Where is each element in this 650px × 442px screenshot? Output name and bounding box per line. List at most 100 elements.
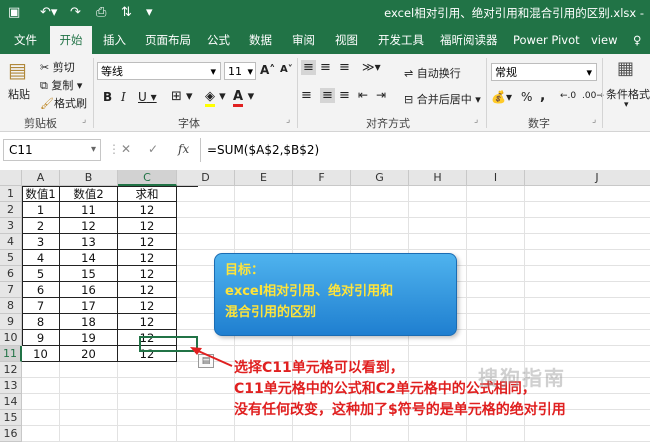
cell-j3[interactable]: [525, 218, 650, 234]
row-header-4[interactable]: 4: [0, 234, 22, 250]
tab-power-pivot[interactable]: Power Pivot: [513, 26, 580, 54]
cell-d13[interactable]: [177, 378, 235, 394]
tab-view[interactable]: 视图: [335, 26, 358, 54]
row-header-16[interactable]: 16: [0, 426, 22, 442]
align-middle-icon[interactable]: ≡: [320, 60, 331, 75]
column-header-f[interactable]: F: [293, 170, 351, 186]
cell-a1[interactable]: 数值1: [22, 186, 60, 202]
cell-a12[interactable]: [22, 362, 60, 378]
cell-b10[interactable]: 19: [60, 330, 118, 346]
row-header-10[interactable]: 10: [0, 330, 22, 346]
cell-h2[interactable]: [409, 202, 467, 218]
tab-insert[interactable]: 插入: [103, 26, 126, 54]
cell-b6[interactable]: 15: [60, 266, 118, 282]
selected-cell-outline[interactable]: [139, 336, 198, 352]
cell-b11[interactable]: 20: [60, 346, 118, 362]
column-header-g[interactable]: G: [351, 170, 409, 186]
cell-i3[interactable]: [467, 218, 525, 234]
save-icon[interactable]: ▣: [8, 4, 20, 22]
cell-a15[interactable]: [22, 410, 60, 426]
row-header-3[interactable]: 3: [0, 218, 22, 234]
cell-g2[interactable]: [351, 202, 409, 218]
shrink-font-button[interactable]: A˅: [280, 64, 293, 75]
paste-button[interactable]: 粘贴: [8, 86, 30, 102]
cell-b15[interactable]: [60, 410, 118, 426]
cell-d15[interactable]: [177, 410, 235, 426]
cell-f3[interactable]: [293, 218, 351, 234]
cell-a13[interactable]: [22, 378, 60, 394]
cell-i9[interactable]: [467, 314, 525, 330]
currency-icon[interactable]: 💰▾: [491, 90, 512, 104]
conditional-format-icon[interactable]: ▦: [617, 58, 634, 79]
cell-j2[interactable]: [525, 202, 650, 218]
font-color-button[interactable]: A ▾: [233, 89, 254, 107]
row-header-15[interactable]: 15: [0, 410, 22, 426]
decrease-indent-icon[interactable]: ⇤: [358, 88, 368, 102]
cell-c6[interactable]: 12: [118, 266, 177, 282]
row-header-5[interactable]: 5: [0, 250, 22, 266]
column-header-e[interactable]: E: [235, 170, 293, 186]
enter-icon[interactable]: ✓: [148, 142, 158, 156]
column-header-h[interactable]: H: [409, 170, 467, 186]
align-center-icon[interactable]: ≡: [320, 88, 335, 103]
drag-handle-icon[interactable]: ⋮: [108, 142, 120, 156]
increase-indent-icon[interactable]: ⇥: [376, 88, 386, 102]
row-header-12[interactable]: 12: [0, 362, 22, 378]
cell-b1[interactable]: 数值2: [60, 186, 118, 202]
select-all-corner[interactable]: [0, 170, 22, 186]
cell-b16[interactable]: [60, 426, 118, 442]
tab-home[interactable]: 开始: [50, 26, 92, 54]
cell-c15[interactable]: [118, 410, 177, 426]
cell-a7[interactable]: 6: [22, 282, 60, 298]
dialog-launcher-icon[interactable]: ⌟: [474, 115, 478, 125]
cell-c8[interactable]: 12: [118, 298, 177, 314]
increase-decimal-icon[interactable]: ←.0: [560, 91, 576, 101]
cancel-icon[interactable]: ✕: [121, 142, 131, 156]
cell-d1[interactable]: [177, 186, 235, 202]
dialog-launcher-icon[interactable]: ⌟: [82, 115, 86, 125]
cell-a5[interactable]: 4: [22, 250, 60, 266]
cell-i8[interactable]: [467, 298, 525, 314]
row-header-9[interactable]: 9: [0, 314, 22, 330]
dialog-launcher-icon[interactable]: ⌟: [286, 115, 290, 125]
cell-i16[interactable]: [467, 426, 525, 442]
chevron-down-icon[interactable]: ▾: [624, 100, 629, 110]
formula-input[interactable]: =SUM($A$2,$B$2): [200, 138, 650, 162]
italic-button[interactable]: I: [121, 90, 126, 104]
underline-button[interactable]: U ▾: [138, 90, 157, 104]
cell-j9[interactable]: [525, 314, 650, 330]
fill-color-button[interactable]: ◈ ▾: [205, 89, 226, 107]
insert-function-icon[interactable]: fx: [178, 142, 189, 156]
cell-b7[interactable]: 16: [60, 282, 118, 298]
decrease-decimal-icon[interactable]: .00→: [582, 91, 604, 101]
cell-c12[interactable]: [118, 362, 177, 378]
cell-f2[interactable]: [293, 202, 351, 218]
cell-i2[interactable]: [467, 202, 525, 218]
redo-icon[interactable]: ↷: [70, 4, 81, 22]
lightbulb-icon[interactable]: ♀: [633, 26, 641, 54]
cell-d3[interactable]: [177, 218, 235, 234]
bold-button[interactable]: B: [103, 90, 112, 104]
column-header-j[interactable]: J: [525, 170, 650, 186]
cell-b8[interactable]: 17: [60, 298, 118, 314]
row-header-7[interactable]: 7: [0, 282, 22, 298]
copy-button[interactable]: ⧉ 复制 ▾: [40, 77, 82, 93]
cell-f16[interactable]: [293, 426, 351, 442]
font-name-select[interactable]: 等线 ▾: [97, 62, 221, 80]
row-header-6[interactable]: 6: [0, 266, 22, 282]
cell-i4[interactable]: [467, 234, 525, 250]
cell-c14[interactable]: [118, 394, 177, 410]
cell-a6[interactable]: 5: [22, 266, 60, 282]
cell-e2[interactable]: [235, 202, 293, 218]
cell-a16[interactable]: [22, 426, 60, 442]
cell-j4[interactable]: [525, 234, 650, 250]
cell-c13[interactable]: [118, 378, 177, 394]
cell-j6[interactable]: [525, 266, 650, 282]
cell-c2[interactable]: 12: [118, 202, 177, 218]
cut-button[interactable]: ✂ 剪切: [40, 59, 75, 75]
align-top-icon[interactable]: ≡: [301, 60, 316, 75]
cell-c3[interactable]: 12: [118, 218, 177, 234]
quick-analysis-icon[interactable]: ▤: [198, 354, 214, 368]
tab-file[interactable]: 文件: [14, 26, 37, 54]
font-size-select[interactable]: 11 ▾: [224, 62, 256, 80]
